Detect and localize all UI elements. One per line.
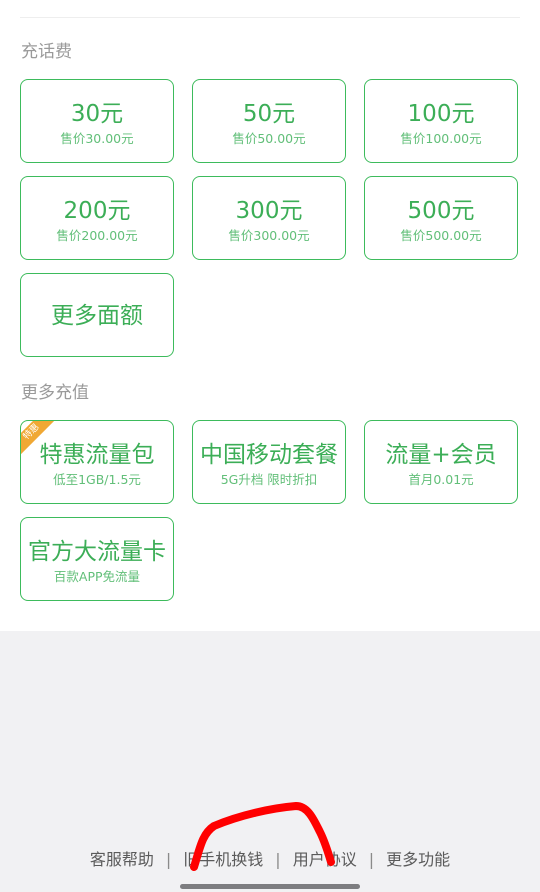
discount-data-pack-card[interactable]: 特惠 特惠流量包 低至1GB/1.5元 [20, 420, 174, 504]
china-mobile-plan-title: 中国移动套餐 [200, 442, 338, 468]
recharge-option-amount: 300元 [235, 198, 303, 224]
data-membership-title: 流量+会员 [385, 442, 497, 468]
recharge-option-300[interactable]: 300元 售价300.00元 [192, 176, 346, 260]
china-mobile-plan-card[interactable]: 中国移动套餐 5G升档 限时折扣 [192, 420, 346, 504]
data-membership-subtitle: 首月0.01元 [408, 472, 474, 487]
official-data-card[interactable]: 官方大流量卡 百款APP免流量 [20, 517, 174, 601]
recharge-option-price: 售价30.00元 [60, 131, 134, 146]
recharge-option-500[interactable]: 500元 售价500.00元 [364, 176, 518, 260]
recharge-options-grid: 30元 售价30.00元 50元 售价50.00元 100元 售价100.00元… [20, 79, 520, 359]
footer-separator: | [368, 850, 375, 869]
recharge-option-price: 售价100.00元 [400, 131, 482, 146]
footer-link-trade-in-phone[interactable]: 旧手机换钱 [183, 850, 263, 869]
footer-link-user-agreement[interactable]: 用户协议 [293, 850, 357, 869]
recharge-option-amount: 500元 [407, 198, 475, 224]
discount-data-pack-title: 特惠流量包 [39, 442, 155, 468]
more-recharge-grid: 特惠 特惠流量包 低至1GB/1.5元 中国移动套餐 5G升档 限时折扣 流量+… [20, 420, 520, 604]
china-mobile-plan-subtitle: 5G升档 限时折扣 [220, 472, 318, 487]
more-recharge-section-title: 更多充值 [21, 383, 89, 403]
more-denominations-button[interactable]: 更多面额 [20, 273, 174, 357]
recharge-option-amount: 100元 [407, 101, 475, 127]
recharge-option-price: 售价300.00元 [228, 228, 310, 243]
recharge-option-100[interactable]: 100元 售价100.00元 [364, 79, 518, 163]
footer-separator: | [165, 850, 172, 869]
recharge-section-title: 充话费 [21, 42, 72, 62]
discount-data-pack-subtitle: 低至1GB/1.5元 [53, 472, 141, 487]
official-data-card-subtitle: 百款APP免流量 [53, 569, 141, 584]
recharge-option-price: 售价50.00元 [232, 131, 306, 146]
recharge-option-200[interactable]: 200元 售价200.00元 [20, 176, 174, 260]
footer-area: 客服帮助 | 旧手机换钱 | 用户协议 | 更多功能 [0, 631, 540, 892]
footer-link-more-features[interactable]: 更多功能 [386, 850, 450, 869]
official-data-card-title: 官方大流量卡 [28, 539, 166, 565]
recharge-option-price: 售价200.00元 [56, 228, 138, 243]
more-denominations-label: 更多面额 [51, 303, 143, 329]
recharge-option-price: 售价500.00元 [400, 228, 482, 243]
top-divider [20, 17, 520, 18]
recharge-option-30[interactable]: 30元 售价30.00元 [20, 79, 174, 163]
home-indicator[interactable] [180, 884, 360, 889]
recharge-option-amount: 30元 [70, 101, 124, 127]
recharge-option-50[interactable]: 50元 售价50.00元 [192, 79, 346, 163]
data-membership-card[interactable]: 流量+会员 首月0.01元 [364, 420, 518, 504]
footer-links: 客服帮助 | 旧手机换钱 | 用户协议 | 更多功能 [0, 850, 540, 870]
footer-separator: | [275, 850, 281, 869]
recharge-option-amount: 200元 [63, 198, 131, 224]
footer-link-customer-help[interactable]: 客服帮助 [90, 850, 154, 869]
recharge-option-amount: 50元 [242, 101, 296, 127]
